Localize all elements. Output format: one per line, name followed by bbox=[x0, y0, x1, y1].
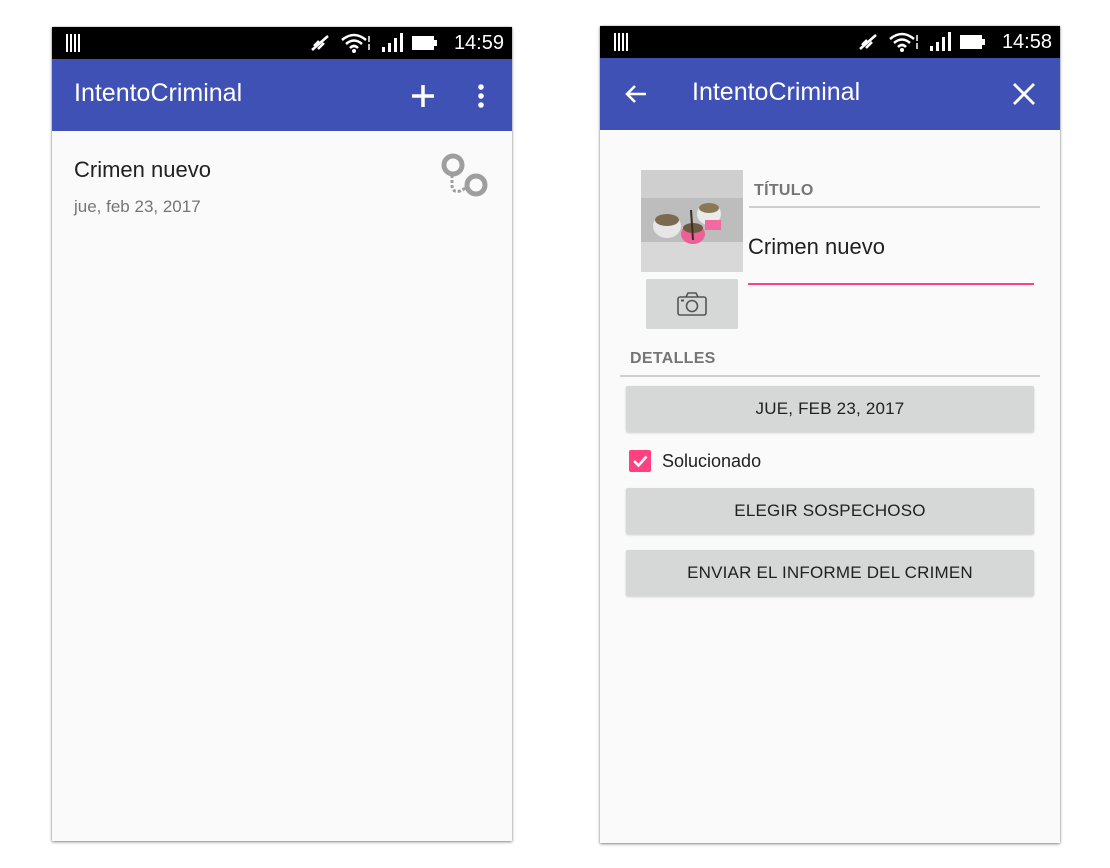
date-button[interactable]: JUE, FEB 23, 2017 bbox=[626, 386, 1034, 432]
crime-list-screen: 14:59 IntentoCriminal Crimen nuevo jue, … bbox=[52, 27, 512, 841]
handcuffs-icon bbox=[441, 153, 488, 197]
clock: 14:58 bbox=[1001, 31, 1052, 53]
list-item[interactable]: Crimen nuevo jue, feb 23, 2017 bbox=[52, 131, 512, 221]
title-section-label: TÍTULO bbox=[754, 182, 814, 199]
crime-title: Crimen nuevo bbox=[74, 157, 211, 182]
solved-label: Solucionado bbox=[662, 450, 762, 471]
camera-icon bbox=[677, 292, 707, 316]
back-arrow-icon[interactable] bbox=[624, 82, 648, 106]
overflow-menu-icon[interactable] bbox=[476, 83, 486, 109]
crime-detail-screen: 14:58 IntentoCriminal TÍTULO Crimen nuev… bbox=[600, 26, 1060, 843]
camera-button[interactable] bbox=[646, 279, 738, 329]
app-bar: IntentoCriminal bbox=[52, 59, 512, 131]
solved-checkbox[interactable] bbox=[629, 450, 651, 472]
crime-photo bbox=[641, 170, 743, 272]
crime-date: jue, feb 23, 2017 bbox=[74, 197, 201, 216]
app-title: IntentoCriminal bbox=[692, 78, 861, 106]
close-icon[interactable] bbox=[1012, 82, 1036, 106]
mute-icon bbox=[311, 35, 329, 51]
title-divider bbox=[749, 206, 1040, 208]
send-report-button[interactable]: ENVIAR EL INFORME DEL CRIMEN bbox=[626, 550, 1034, 596]
title-input[interactable]: Crimen nuevo bbox=[748, 234, 1034, 278]
app-title: IntentoCriminal bbox=[74, 79, 243, 107]
details-divider bbox=[620, 375, 1040, 377]
check-icon bbox=[633, 455, 648, 468]
app-bar: IntentoCriminal bbox=[600, 58, 1060, 130]
sim-icon bbox=[614, 33, 628, 51]
solved-row[interactable]: Solucionado bbox=[629, 448, 761, 474]
choose-suspect-button[interactable]: ELEGIR SOSPECHOSO bbox=[626, 488, 1034, 534]
wifi-icon bbox=[889, 32, 918, 52]
battery-icon bbox=[960, 35, 985, 49]
wifi-icon bbox=[341, 33, 370, 53]
status-icons bbox=[858, 31, 986, 53]
mute-icon bbox=[859, 34, 877, 50]
clock: 14:59 bbox=[453, 32, 504, 54]
sim-icon bbox=[66, 34, 80, 52]
crime-photo-image bbox=[641, 170, 743, 272]
title-input-underline bbox=[748, 283, 1034, 285]
status-bar: 14:58 bbox=[600, 26, 1060, 58]
signal-icon bbox=[930, 32, 951, 51]
plus-icon[interactable] bbox=[410, 83, 436, 109]
battery-icon bbox=[412, 36, 437, 50]
status-icons bbox=[310, 32, 438, 54]
details-section-label: DETALLES bbox=[630, 350, 716, 367]
status-bar: 14:59 bbox=[52, 27, 512, 59]
signal-icon bbox=[382, 33, 403, 52]
